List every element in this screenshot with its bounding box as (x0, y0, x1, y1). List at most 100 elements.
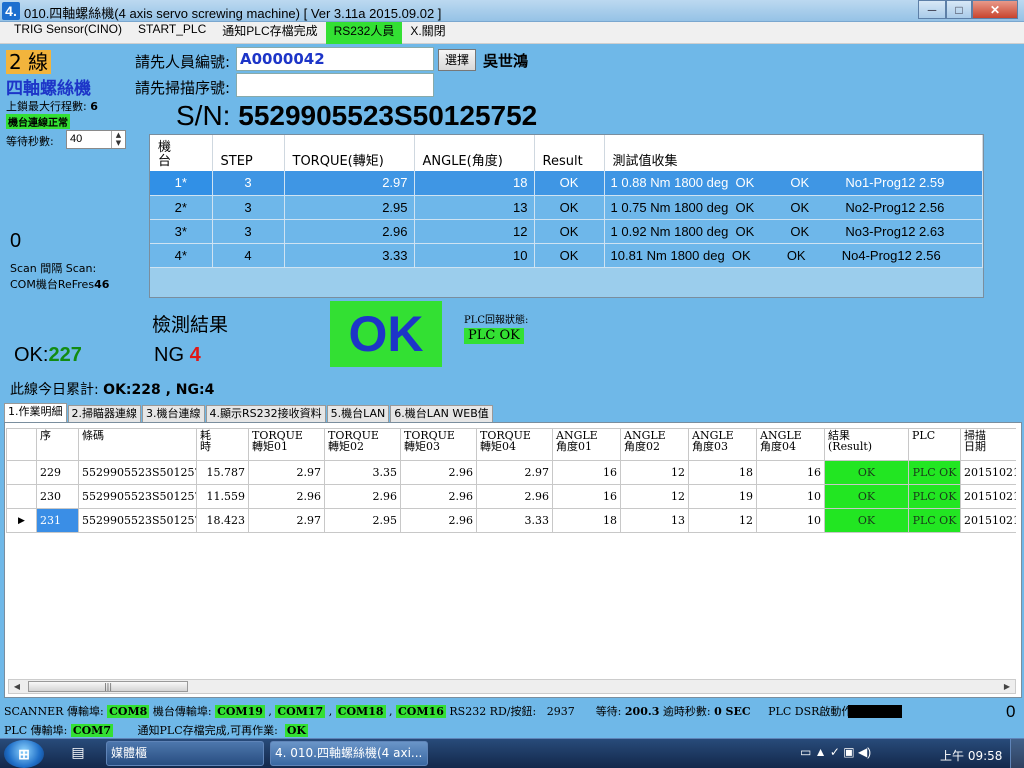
cell-plc[interactable]: PLC OK (908, 460, 961, 485)
current-row-marker-icon[interactable]: ▶ (6, 508, 37, 533)
cell-torque04[interactable]: 2.96 (476, 484, 553, 509)
grid-col-angle02[interactable]: ANGLE 角度02 (620, 428, 689, 461)
grid-col-barcode[interactable]: 條碼 (78, 428, 197, 461)
tab-work-detail[interactable]: 1.作業明細 (4, 403, 67, 423)
menu-start-plc[interactable]: START_PLC (130, 22, 214, 44)
cell-angle01[interactable]: 18 (552, 508, 621, 533)
grid-col-torque04[interactable]: TORQUE 轉矩04 (476, 428, 553, 461)
menu-trig-sensor[interactable]: TRIG Sensor(CINO) (6, 22, 130, 44)
show-desktop-button[interactable] (1010, 739, 1024, 768)
machine-status-table[interactable]: 機 台 STEP TORQUE(轉矩) ANGLE(角度) Result 測試值… (149, 134, 984, 298)
cell-angle[interactable]: 13 (414, 195, 535, 220)
cell-torque04[interactable]: 2.97 (476, 460, 553, 485)
cell-collect[interactable]: 10.81 Nm 1800 deg OK OK No4-Prog12 2.56 (604, 243, 983, 268)
cell-seq[interactable]: 231 (36, 508, 79, 533)
cell-barcode[interactable]: 5529905523S50125747 (78, 460, 197, 485)
grid-row[interactable]: ▶ 231 5529905523S50125752 18.423 2.97 2.… (6, 508, 1016, 533)
select-button[interactable]: 選擇 (438, 49, 476, 71)
tab-machine-lan-web[interactable]: 6.機台LAN WEB值 (390, 405, 493, 423)
cell-result[interactable]: OK (824, 484, 909, 509)
col-torque[interactable]: TORQUE(轉矩) (284, 135, 415, 171)
grid-col-torque02[interactable]: TORQUE 轉矩02 (324, 428, 401, 461)
cell-collect[interactable]: 1 0.75 Nm 1800 deg OK OK No2-Prog12 2.56 (604, 195, 983, 220)
cell-torque01[interactable]: 2.96 (248, 484, 325, 509)
menu-notify-plc[interactable]: 通知PLC存檔完成 (214, 22, 325, 44)
cell-angle02[interactable]: 13 (620, 508, 689, 533)
cell-torque03[interactable]: 2.96 (400, 484, 477, 509)
cell-torque02[interactable]: 2.95 (324, 508, 401, 533)
cell-torque02[interactable]: 3.35 (324, 460, 401, 485)
cell-step[interactable]: 3 (212, 219, 285, 244)
grid-col-torque01[interactable]: TORQUE 轉矩01 (248, 428, 325, 461)
tab-scanner-connection[interactable]: 2.掃瞄器連線 (67, 405, 141, 423)
cell-angle04[interactable]: 10 (756, 484, 825, 509)
grid-col-angle03[interactable]: ANGLE 角度03 (688, 428, 757, 461)
row-header[interactable] (6, 460, 37, 485)
cell-angle03[interactable]: 18 (688, 460, 757, 485)
col-angle[interactable]: ANGLE(角度) (414, 135, 535, 171)
table-row[interactable]: 2* 3 2.95 13 OK 1 0.75 Nm 1800 deg OK OK… (150, 195, 983, 220)
cell-angle02[interactable]: 12 (620, 484, 689, 509)
folder-icon[interactable]: ▤ (56, 741, 100, 766)
cell-date[interactable]: 20151021 (960, 508, 1016, 533)
menu-rs232-staff[interactable]: RS232人員 (325, 21, 403, 44)
cell-angle03[interactable]: 12 (688, 508, 757, 533)
grid-col-angle01[interactable]: ANGLE 角度01 (552, 428, 621, 461)
col-machine[interactable]: 機 台 (150, 135, 213, 171)
grid-col-angle04[interactable]: ANGLE 角度04 (756, 428, 825, 461)
tab-machine-lan[interactable]: 5.機台LAN (326, 405, 390, 423)
cell-angle03[interactable]: 19 (688, 484, 757, 509)
col-result[interactable]: Result (534, 135, 605, 171)
cell-result[interactable]: OK (824, 460, 909, 485)
cell-plc[interactable]: PLC OK (908, 508, 961, 533)
grid-col-result[interactable]: 結果 (Result) (824, 428, 909, 461)
cell-date[interactable]: 20151021 (960, 460, 1016, 485)
scroll-right-icon[interactable]: ▶ (1000, 680, 1014, 693)
cell-angle01[interactable]: 16 (552, 484, 621, 509)
cell-result[interactable]: OK (534, 219, 605, 244)
wait-seconds-spinner[interactable]: 40 ▲ ▼ (66, 130, 126, 149)
table-row[interactable]: 3* 3 2.96 12 OK 1 0.92 Nm 1800 deg OK OK… (150, 219, 983, 244)
col-step[interactable]: STEP (212, 135, 285, 171)
cell-angle[interactable]: 18 (414, 171, 535, 196)
grid-col-date[interactable]: 掃描 日期 (960, 428, 1016, 461)
cell-angle[interactable]: 10 (414, 243, 535, 268)
cell-torque01[interactable]: 2.97 (248, 460, 325, 485)
employee-id-input[interactable]: A0000042 (236, 47, 434, 71)
cell-step[interactable]: 3 (212, 171, 285, 196)
grid-row[interactable]: 230 5529905523S50125754 11.559 2.96 2.96… (6, 484, 1016, 509)
cell-result[interactable]: OK (534, 195, 605, 220)
close-button[interactable]: ✕ (972, 0, 1018, 19)
grid-col-plc[interactable]: PLC (908, 428, 961, 461)
spinner-down-icon[interactable]: ▼ (112, 139, 125, 147)
cell-step[interactable]: 3 (212, 195, 285, 220)
wait-seconds-value[interactable]: 40 (67, 131, 111, 148)
row-header[interactable] (6, 484, 37, 509)
cell-machine[interactable]: 1* (150, 171, 213, 196)
cell-time[interactable]: 18.423 (196, 508, 249, 533)
cell-time[interactable]: 15.787 (196, 460, 249, 485)
spinner-up-icon[interactable]: ▲ (112, 131, 125, 139)
start-button[interactable]: ⊞ (4, 740, 44, 768)
cell-machine[interactable]: 4* (150, 243, 213, 268)
tab-machine-connection[interactable]: 3.機台連線 (142, 405, 205, 423)
cell-torque[interactable]: 2.95 (284, 195, 415, 220)
cell-result[interactable]: OK (534, 171, 605, 196)
cell-angle02[interactable]: 12 (620, 460, 689, 485)
minimize-button[interactable]: ─ (918, 0, 946, 19)
cell-angle04[interactable]: 10 (756, 508, 825, 533)
cell-torque03[interactable]: 2.96 (400, 508, 477, 533)
cell-time[interactable]: 11.559 (196, 484, 249, 509)
cell-torque03[interactable]: 2.96 (400, 460, 477, 485)
system-tray-icons[interactable]: ▭ ▲ ✓ ▣ ◀) (800, 745, 871, 759)
cell-angle[interactable]: 12 (414, 219, 535, 244)
taskbar-screwing-machine[interactable]: 4. 010.四軸螺絲機(4 axi... (270, 741, 428, 766)
cell-angle01[interactable]: 16 (552, 460, 621, 485)
cell-seq[interactable]: 230 (36, 484, 79, 509)
work-detail-grid[interactable]: 序 條碼 耗時 TORQUE 轉矩01 TORQUE 轉矩02 TORQUE 轉矩03… (6, 428, 1016, 678)
cell-machine[interactable]: 2* (150, 195, 213, 220)
cell-barcode[interactable]: 5529905523S50125752 (78, 508, 197, 533)
cell-date[interactable]: 20151021 (960, 484, 1016, 509)
tab-rs232-data[interactable]: 4.顯示RS232接收資料 (205, 405, 326, 423)
scroll-left-icon[interactable]: ◀ (10, 680, 24, 693)
